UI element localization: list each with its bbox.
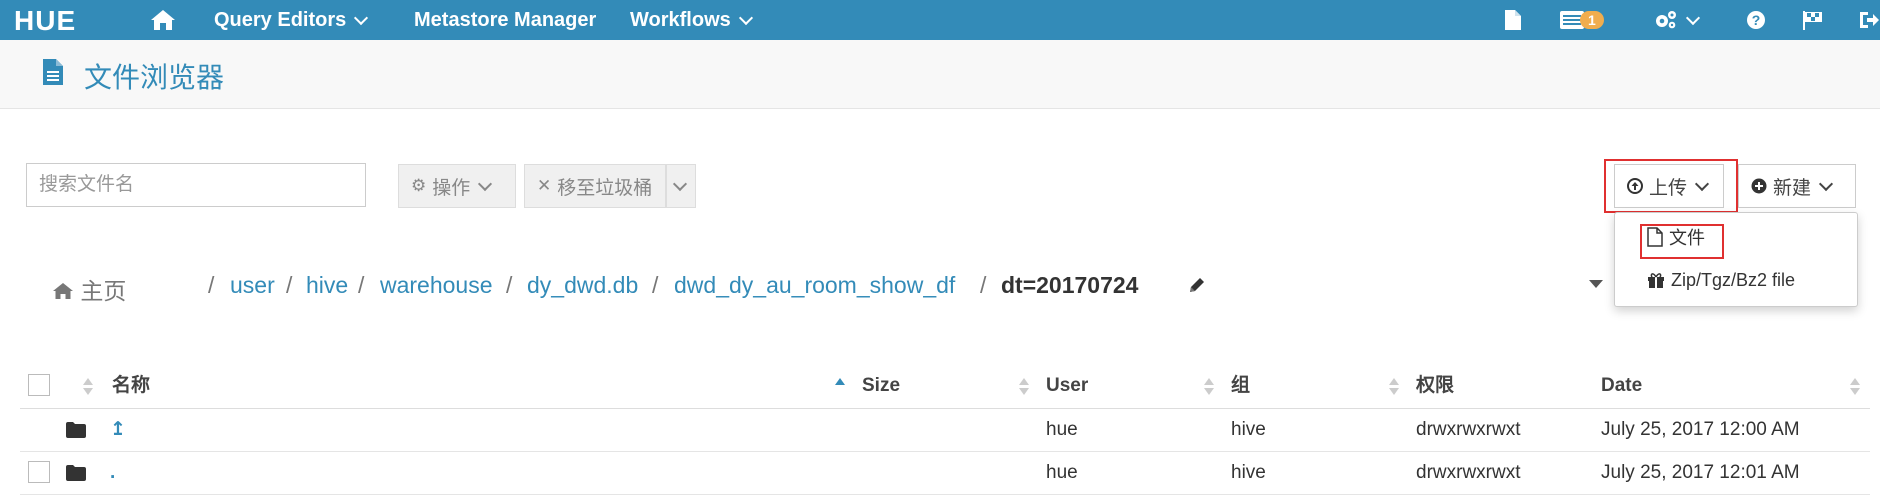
cell-permissions: drwxrwxrwxt: [1416, 462, 1521, 483]
chevron-down-icon: [1685, 10, 1701, 25]
file-browser-nav-button[interactable]: [1504, 0, 1522, 40]
table-row[interactable]: ↥ hue hive drwxrwxrwxt July 25, 2017 12:…: [20, 408, 1870, 452]
upload-zip-menu-item[interactable]: Zip/Tgz/Bz2 file: [1615, 263, 1880, 297]
home-icon: [151, 10, 175, 30]
search-input[interactable]: [26, 163, 366, 207]
table-header: 名称 Size User 组 权限 Date: [20, 364, 1870, 409]
metastore-manager-label: Metastore Manager: [414, 9, 597, 31]
hue-logo-icon: HUE: [14, 6, 76, 34]
column-header-name[interactable]: 名称: [112, 364, 150, 408]
breadcrumb-separator: /: [208, 272, 215, 298]
page-header: 文件浏览器: [0, 40, 1880, 109]
gift-icon: [1648, 273, 1664, 288]
query-editors-menu[interactable]: Query Editors: [214, 0, 369, 40]
pencil-icon[interactable]: [1188, 276, 1206, 294]
plus-circle-icon: [1751, 178, 1767, 194]
metastore-manager-link[interactable]: Metastore Manager: [414, 0, 596, 40]
question-circle-icon: ?: [1747, 11, 1765, 29]
gear-icon: ⚙: [411, 176, 427, 195]
actions-label: 操作: [432, 177, 471, 199]
sort-icon[interactable]: [1850, 378, 1860, 396]
breadcrumb-separator: /: [358, 272, 365, 298]
breadcrumb-separator: /: [980, 272, 987, 298]
chevron-down-icon: [354, 10, 369, 25]
select-all-checkbox[interactable]: [28, 374, 50, 396]
svg-text:HUE: HUE: [14, 6, 76, 34]
move-to-trash-label: 移至垃圾桶: [557, 177, 653, 199]
cell-date: July 25, 2017 12:01 AM: [1601, 462, 1800, 483]
upload-zip-label: Zip/Tgz/Bz2 file: [1671, 269, 1796, 290]
flag-checkered-icon: [1803, 11, 1822, 30]
breadcrumb-home[interactable]: 主页: [52, 272, 126, 306]
sort-icon[interactable]: [1389, 378, 1399, 396]
breadcrumb-item-warehouse[interactable]: warehouse: [380, 272, 493, 299]
hue-logo[interactable]: HUE: [14, 6, 100, 34]
column-header-group[interactable]: 组: [1231, 364, 1250, 408]
breadcrumb-current: dt=20170724: [1001, 272, 1139, 298]
svg-text:?: ?: [1752, 12, 1761, 28]
folder-icon: [66, 465, 86, 481]
gears-icon: [1656, 11, 1676, 29]
cell-user: hue: [1046, 419, 1078, 440]
cell-group: hive: [1231, 462, 1266, 483]
sort-icon[interactable]: [1019, 378, 1029, 396]
cell-user: hue: [1046, 462, 1078, 483]
top-navbar: HUE Query Editors Metastore Manager Work…: [0, 0, 1880, 40]
row-checkbox[interactable]: [28, 461, 50, 483]
query-editors-label: Query Editors: [214, 9, 347, 31]
breadcrumb-item-table[interactable]: dwd_dy_au_room_show_df: [674, 272, 955, 299]
help-button[interactable]: ?: [1746, 0, 1766, 40]
workflows-menu[interactable]: Workflows: [630, 0, 753, 40]
settings-menu[interactable]: [1654, 0, 1701, 40]
current-directory-link[interactable]: .: [110, 451, 115, 495]
breadcrumb-separator: /: [506, 272, 513, 298]
chevron-down-icon: [672, 176, 688, 191]
breadcrumb-separator: /: [286, 272, 293, 298]
column-header-user[interactable]: User: [1046, 364, 1088, 408]
file-text-icon: [43, 59, 63, 85]
jobs-count-badge: 1: [1580, 11, 1604, 29]
sort-icon[interactable]: [83, 378, 93, 396]
file-icon: [1505, 10, 1521, 30]
chevron-down-icon: [738, 10, 753, 25]
breadcrumb-item-user[interactable]: user: [230, 272, 275, 299]
breadcrumb-item-database[interactable]: dy_dwd.db: [527, 272, 638, 299]
table-row[interactable]: . hue hive drwxrwxrwxt July 25, 2017 12:…: [20, 451, 1870, 495]
cell-date: July 25, 2017 12:00 AM: [1601, 419, 1800, 440]
column-header-date[interactable]: Date: [1601, 364, 1642, 408]
new-label: 新建: [1773, 177, 1812, 199]
file-item-highlight-box: [1640, 224, 1724, 259]
workflows-label: Workflows: [630, 9, 731, 31]
breadcrumb-home-label: 主页: [80, 278, 127, 304]
column-header-size[interactable]: Size: [862, 364, 900, 408]
home-nav-button[interactable]: [150, 0, 176, 40]
breadcrumb: 主页 / user / hive / warehouse / dy_dwd.db…: [0, 264, 1600, 304]
sign-out-icon: [1860, 12, 1879, 28]
tour-button[interactable]: [1802, 0, 1824, 40]
cell-permissions: drwxrwxrwxt: [1416, 419, 1521, 440]
folder-icon: [66, 422, 86, 438]
chevron-down-icon: [478, 176, 493, 191]
upload-highlight-box: [1604, 159, 1738, 213]
chevron-down-icon: [1818, 176, 1834, 191]
sort-ascending-icon[interactable]: [835, 378, 845, 396]
caret-down-icon[interactable]: [1589, 280, 1603, 288]
logout-button[interactable]: [1858, 0, 1880, 40]
trash-options-dropdown-button[interactable]: [666, 164, 696, 208]
move-to-trash-button[interactable]: ✕ 移至垃圾桶: [524, 164, 666, 208]
new-button[interactable]: 新建: [1738, 164, 1856, 208]
sort-icon[interactable]: [1204, 378, 1214, 396]
upload-dropdown-menu: 文件 Zip/Tgz/Bz2 file: [1614, 212, 1858, 307]
breadcrumb-separator: /: [652, 272, 659, 298]
parent-directory-link[interactable]: ↥: [110, 408, 126, 452]
breadcrumb-item-hive[interactable]: hive: [306, 272, 348, 299]
cell-group: hive: [1231, 419, 1266, 440]
home-icon: [53, 283, 73, 299]
actions-button[interactable]: ⚙ 操作: [398, 164, 516, 208]
times-icon: ✕: [537, 176, 552, 195]
page-title: 文件浏览器: [84, 62, 225, 93]
job-browser-nav-button[interactable]: 1: [1560, 0, 1604, 40]
column-header-permissions[interactable]: 权限: [1416, 364, 1454, 408]
